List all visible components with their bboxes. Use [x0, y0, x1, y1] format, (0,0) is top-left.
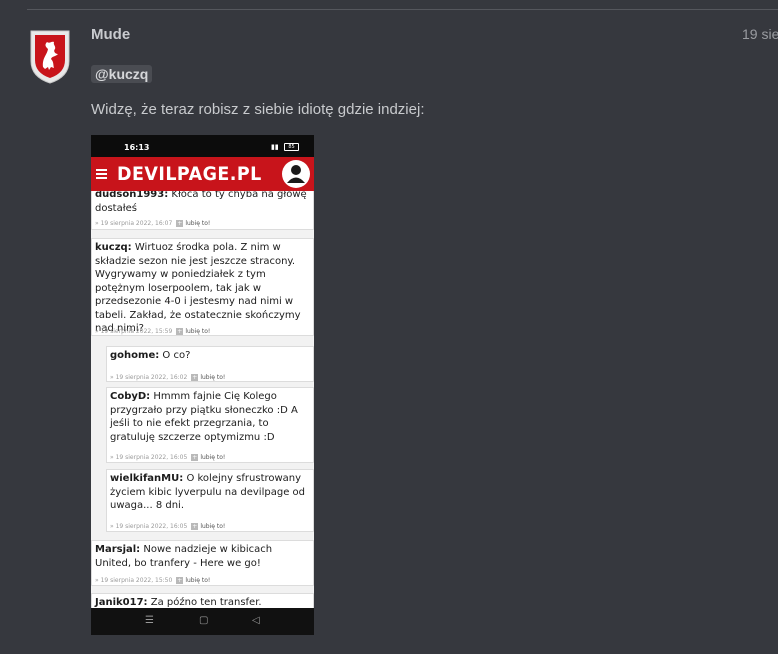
post-author[interactable]: Mude	[91, 26, 130, 43]
recent-apps-icon: ☰	[145, 615, 154, 626]
user-mention[interactable]: @kuczq	[91, 65, 153, 83]
comment-meta: » 19 sierpnia 2022, 16:07	[95, 220, 173, 227]
like-label: lubię to!	[185, 220, 211, 227]
comment-user: CobyD:	[110, 391, 151, 402]
site-header: DEVILPAGE.PL	[91, 157, 314, 191]
reply: wielkifanMU: O kolejny sfrustrowany życi…	[106, 469, 314, 532]
plus-icon: +	[191, 374, 199, 381]
plus-icon: +	[176, 577, 184, 584]
embedded-screenshot[interactable]: 16:13 ▮▮ 85 DEVILPAGE.PL dudson1993: Kło…	[91, 135, 314, 635]
like-label: lubię to!	[200, 523, 226, 530]
post-date[interactable]: 19 sie	[742, 26, 778, 42]
comment-meta: » 19 sierpnia 2022, 16:05	[110, 454, 188, 461]
status-time: 16:13	[124, 143, 150, 152]
comment: Marsjal: Nowe nadzieje w kibicach United…	[91, 540, 314, 586]
comment-meta: » 19 sierpnia 2022, 16:05	[110, 523, 188, 530]
like-label: lubię to!	[185, 328, 211, 335]
comment-meta: » 19 sierpnia 2022, 15:50	[95, 577, 173, 584]
phone-nav-bar: ☰ ▢ ◁	[91, 608, 314, 635]
top-divider	[27, 9, 778, 10]
comment-meta: » 19 sierpnia 2022, 15:59	[95, 328, 173, 335]
site-logo: DEVILPAGE.PL	[117, 163, 262, 185]
comment-text: O co?	[162, 350, 191, 361]
reply: gohome: O co? » 19 sierpnia 2022, 16:02 +…	[106, 346, 314, 382]
like-label: lubię to!	[185, 577, 211, 584]
comment-feed: dudson1993: Kłoca to ty chyba na głowę d…	[91, 191, 314, 608]
comment-user: dudson1993:	[95, 191, 169, 200]
comment-meta: » 19 sierpnia 2022, 16:02	[110, 374, 188, 381]
plus-icon: +	[191, 523, 199, 530]
comment-user: Janik017:	[95, 597, 148, 608]
comment-user: wielkifanMU:	[110, 473, 184, 484]
battery-icon: 85	[284, 143, 299, 151]
signal-icon: ▮▮	[271, 143, 279, 151]
phone-status-bar: 16:13 ▮▮ 85	[91, 135, 314, 157]
back-icon: ◁	[252, 615, 260, 626]
like-label: lubię to!	[200, 454, 226, 461]
plus-icon: +	[176, 220, 184, 227]
comment: Janik017: Za późno ten transfer.	[91, 593, 314, 608]
like-label: lubię to!	[200, 374, 226, 381]
comment-text: Za późno ten transfer.	[150, 597, 262, 608]
comment-user: kuczq:	[95, 242, 132, 253]
comment-text: Wirtuoz środka pola. Z nim w składzie se…	[95, 242, 301, 334]
post-message: Widzę, że teraz robisz z siebie idiotę g…	[91, 101, 425, 118]
comment-user: gohome:	[110, 350, 160, 361]
comment-user: Marsjal:	[95, 544, 141, 555]
menu-icon	[96, 169, 107, 179]
author-avatar[interactable]	[27, 27, 73, 85]
plus-icon: +	[191, 454, 199, 461]
home-icon: ▢	[199, 615, 209, 626]
user-icon	[282, 160, 310, 188]
comment: dudson1993: Kłoca to ty chyba na głowę d…	[91, 191, 314, 230]
reply: CobyD: Hmmm fajnie Cię Kolego przygrzało…	[106, 387, 314, 463]
plus-icon: +	[176, 328, 184, 335]
comment: kuczq: Wirtuoz środka pola. Z nim w skła…	[91, 238, 314, 336]
